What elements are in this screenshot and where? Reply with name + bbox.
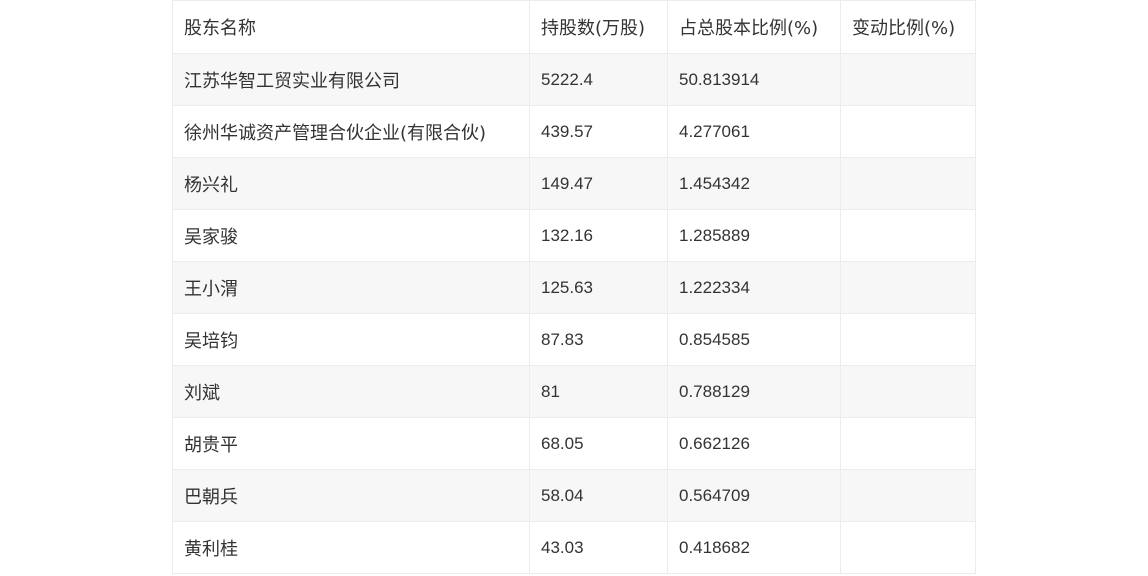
cell-change-ratio [840, 261, 976, 314]
cell-shares-held: 125.63 [529, 261, 668, 314]
table-row: 胡贵平 68.05 0.662126 [172, 417, 976, 470]
table-row: 巴朝兵 58.04 0.564709 [172, 469, 976, 522]
cell-shares-held: 87.83 [529, 313, 668, 366]
cell-share-ratio: 50.813914 [667, 53, 841, 106]
table-row: 江苏华智工贸实业有限公司 5222.4 50.813914 [172, 53, 976, 106]
cell-shares-held: 43.03 [529, 521, 668, 574]
cell-shareholder-name: 胡贵平 [172, 417, 530, 470]
cell-shares-held: 81 [529, 365, 668, 418]
cell-change-ratio [840, 209, 976, 262]
cell-shareholder-name: 吴家骏 [172, 209, 530, 262]
cell-shares-held: 68.05 [529, 417, 668, 470]
table-header: 股东名称 持股数(万股) 占总股本比例(%) 变动比例(%) [172, 0, 976, 54]
cell-share-ratio: 0.564709 [667, 469, 841, 522]
header-shareholder-name: 股东名称 [172, 0, 530, 54]
cell-shareholder-name: 徐州华诚资产管理合伙企业(有限合伙) [172, 105, 530, 158]
cell-share-ratio: 1.454342 [667, 157, 841, 210]
cell-shares-held: 149.47 [529, 157, 668, 210]
cell-share-ratio: 1.285889 [667, 209, 841, 262]
header-shares-held: 持股数(万股) [529, 0, 668, 54]
cell-shareholder-name: 刘斌 [172, 365, 530, 418]
shareholder-table: 股东名称 持股数(万股) 占总股本比例(%) 变动比例(%) 江苏华智工贸实业有… [172, 0, 976, 574]
table-row: 黄利桂 43.03 0.418682 [172, 521, 976, 574]
table-row: 吴家骏 132.16 1.285889 [172, 209, 976, 262]
header-row: 股东名称 持股数(万股) 占总股本比例(%) 变动比例(%) [172, 0, 976, 54]
cell-share-ratio: 0.418682 [667, 521, 841, 574]
table-row: 吴培钧 87.83 0.854585 [172, 313, 976, 366]
cell-share-ratio: 0.788129 [667, 365, 841, 418]
cell-shares-held: 58.04 [529, 469, 668, 522]
cell-shareholder-name: 杨兴礼 [172, 157, 530, 210]
cell-change-ratio [840, 313, 976, 366]
cell-shareholder-name: 巴朝兵 [172, 469, 530, 522]
cell-share-ratio: 1.222334 [667, 261, 841, 314]
header-share-ratio: 占总股本比例(%) [667, 0, 841, 54]
cell-share-ratio: 0.662126 [667, 417, 841, 470]
table-row: 徐州华诚资产管理合伙企业(有限合伙) 439.57 4.277061 [172, 105, 976, 158]
cell-shareholder-name: 王小渭 [172, 261, 530, 314]
header-change-ratio: 变动比例(%) [840, 0, 976, 54]
cell-change-ratio [840, 417, 976, 470]
cell-change-ratio [840, 157, 976, 210]
cell-change-ratio [840, 53, 976, 106]
cell-shareholder-name: 江苏华智工贸实业有限公司 [172, 53, 530, 106]
shareholder-table-container: 股东名称 持股数(万股) 占总股本比例(%) 变动比例(%) 江苏华智工贸实业有… [172, 0, 976, 574]
table-row: 王小渭 125.63 1.222334 [172, 261, 976, 314]
table-row: 杨兴礼 149.47 1.454342 [172, 157, 976, 210]
table-row: 刘斌 81 0.788129 [172, 365, 976, 418]
cell-change-ratio [840, 469, 976, 522]
cell-change-ratio [840, 521, 976, 574]
cell-shareholder-name: 黄利桂 [172, 521, 530, 574]
cell-shares-held: 5222.4 [529, 53, 668, 106]
cell-shares-held: 439.57 [529, 105, 668, 158]
cell-shareholder-name: 吴培钧 [172, 313, 530, 366]
cell-share-ratio: 0.854585 [667, 313, 841, 366]
cell-share-ratio: 4.277061 [667, 105, 841, 158]
cell-shares-held: 132.16 [529, 209, 668, 262]
table-body: 江苏华智工贸实业有限公司 5222.4 50.813914 徐州华诚资产管理合伙… [172, 53, 976, 574]
cell-change-ratio [840, 365, 976, 418]
cell-change-ratio [840, 105, 976, 158]
